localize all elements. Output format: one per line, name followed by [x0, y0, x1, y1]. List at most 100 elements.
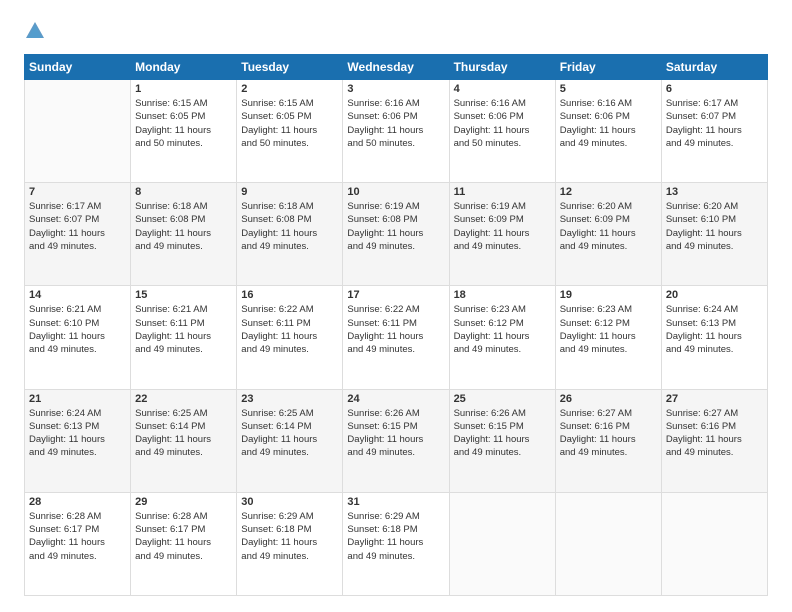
day-cell: 1 Sunrise: 6:15 AMSunset: 6:05 PMDaylight…: [131, 80, 237, 183]
logo-icon: [24, 20, 46, 42]
day-info: Sunrise: 6:25 AMSunset: 6:14 PMDaylight:…: [135, 407, 232, 460]
day-cell: 26 Sunrise: 6:27 AMSunset: 6:16 PMDayligh…: [555, 389, 661, 492]
day-number: 1: [135, 83, 232, 95]
day-info: Sunrise: 6:29 AMSunset: 6:18 PMDaylight:…: [241, 510, 338, 563]
day-cell: [25, 80, 131, 183]
day-number: 12: [560, 186, 657, 198]
page: SundayMondayTuesdayWednesdayThursdayFrid…: [0, 0, 792, 612]
day-cell: 31Sunrise: 6:29 AMSunset: 6:18 PMDayligh…: [343, 492, 449, 595]
day-cell: [661, 492, 767, 595]
header-cell-wednesday: Wednesday: [343, 55, 449, 80]
day-cell: 18 Sunrise: 6:23 AMSunset: 6:12 PMDayligh…: [449, 286, 555, 389]
day-number: 25: [454, 393, 551, 405]
day-info: Sunrise: 6:26 AMSunset: 6:15 PMDaylight:…: [347, 407, 444, 460]
day-info: Sunrise: 6:22 AMSunset: 6:11 PMDaylight:…: [347, 303, 444, 356]
week-row-1: 1 Sunrise: 6:15 AMSunset: 6:05 PMDaylight…: [25, 80, 768, 183]
day-number: 10: [347, 186, 444, 198]
day-cell: 9 Sunrise: 6:18 AMSunset: 6:08 PMDaylight…: [237, 183, 343, 286]
day-number: 6: [666, 83, 763, 95]
day-number: 11: [454, 186, 551, 198]
day-cell: 12 Sunrise: 6:20 AMSunset: 6:09 PMDayligh…: [555, 183, 661, 286]
calendar-table: SundayMondayTuesdayWednesdayThursdayFrid…: [24, 54, 768, 596]
header-cell-monday: Monday: [131, 55, 237, 80]
day-number: 17: [347, 289, 444, 301]
calendar-header: SundayMondayTuesdayWednesdayThursdayFrid…: [25, 55, 768, 80]
day-cell: 23Sunrise: 6:25 AMSunset: 6:14 PMDayligh…: [237, 389, 343, 492]
day-info: Sunrise: 6:17 AMSunset: 6:07 PMDaylight:…: [29, 200, 126, 253]
week-row-2: 7Sunrise: 6:17 AMSunset: 6:07 PMDaylight…: [25, 183, 768, 286]
day-info: Sunrise: 6:20 AMSunset: 6:10 PMDaylight:…: [666, 200, 763, 253]
day-info: Sunrise: 6:23 AMSunset: 6:12 PMDaylight:…: [454, 303, 551, 356]
day-number: 27: [666, 393, 763, 405]
day-cell: 22 Sunrise: 6:25 AMSunset: 6:14 PMDayligh…: [131, 389, 237, 492]
header-cell-thursday: Thursday: [449, 55, 555, 80]
header-cell-sunday: Sunday: [25, 55, 131, 80]
header-cell-tuesday: Tuesday: [237, 55, 343, 80]
week-row-4: 21 Sunrise: 6:24 AMSunset: 6:13 PMDayligh…: [25, 389, 768, 492]
day-cell: 14Sunrise: 6:21 AMSunset: 6:10 PMDayligh…: [25, 286, 131, 389]
day-number: 20: [666, 289, 763, 301]
day-number: 30: [241, 496, 338, 508]
day-number: 2: [241, 83, 338, 95]
header: [24, 20, 768, 42]
day-info: Sunrise: 6:23 AMSunset: 6:12 PMDaylight:…: [560, 303, 657, 356]
day-number: 22: [135, 393, 232, 405]
day-info: Sunrise: 6:16 AMSunset: 6:06 PMDaylight:…: [560, 97, 657, 150]
day-cell: [555, 492, 661, 595]
day-number: 4: [454, 83, 551, 95]
day-info: Sunrise: 6:18 AMSunset: 6:08 PMDaylight:…: [135, 200, 232, 253]
week-row-3: 14Sunrise: 6:21 AMSunset: 6:10 PMDayligh…: [25, 286, 768, 389]
day-info: Sunrise: 6:26 AMSunset: 6:15 PMDaylight:…: [454, 407, 551, 460]
day-number: 16: [241, 289, 338, 301]
day-info: Sunrise: 6:16 AMSunset: 6:06 PMDaylight:…: [454, 97, 551, 150]
day-cell: 24 Sunrise: 6:26 AMSunset: 6:15 PMDayligh…: [343, 389, 449, 492]
day-number: 23: [241, 393, 338, 405]
day-cell: 30 Sunrise: 6:29 AMSunset: 6:18 PMDayligh…: [237, 492, 343, 595]
day-info: Sunrise: 6:21 AMSunset: 6:10 PMDaylight:…: [29, 303, 126, 356]
day-cell: [449, 492, 555, 595]
day-cell: 21 Sunrise: 6:24 AMSunset: 6:13 PMDayligh…: [25, 389, 131, 492]
day-info: Sunrise: 6:28 AMSunset: 6:17 PMDaylight:…: [29, 510, 126, 563]
day-info: Sunrise: 6:20 AMSunset: 6:09 PMDaylight:…: [560, 200, 657, 253]
day-cell: 27Sunrise: 6:27 AMSunset: 6:16 PMDayligh…: [661, 389, 767, 492]
day-info: Sunrise: 6:18 AMSunset: 6:08 PMDaylight:…: [241, 200, 338, 253]
day-number: 3: [347, 83, 444, 95]
day-info: Sunrise: 6:27 AMSunset: 6:16 PMDaylight:…: [560, 407, 657, 460]
day-cell: 5 Sunrise: 6:16 AMSunset: 6:06 PMDaylight…: [555, 80, 661, 183]
day-number: 29: [135, 496, 232, 508]
day-number: 18: [454, 289, 551, 301]
day-info: Sunrise: 6:16 AMSunset: 6:06 PMDaylight:…: [347, 97, 444, 150]
day-cell: 16 Sunrise: 6:22 AMSunset: 6:11 PMDayligh…: [237, 286, 343, 389]
day-number: 28: [29, 496, 126, 508]
day-info: Sunrise: 6:15 AMSunset: 6:05 PMDaylight:…: [241, 97, 338, 150]
header-cell-friday: Friday: [555, 55, 661, 80]
day-number: 24: [347, 393, 444, 405]
day-info: Sunrise: 6:24 AMSunset: 6:13 PMDaylight:…: [29, 407, 126, 460]
day-number: 19: [560, 289, 657, 301]
day-info: Sunrise: 6:24 AMSunset: 6:13 PMDaylight:…: [666, 303, 763, 356]
day-cell: 8Sunrise: 6:18 AMSunset: 6:08 PMDaylight…: [131, 183, 237, 286]
day-number: 21: [29, 393, 126, 405]
header-cell-saturday: Saturday: [661, 55, 767, 80]
day-cell: 7Sunrise: 6:17 AMSunset: 6:07 PMDaylight…: [25, 183, 131, 286]
day-info: Sunrise: 6:19 AMSunset: 6:09 PMDaylight:…: [454, 200, 551, 253]
day-cell: 25 Sunrise: 6:26 AMSunset: 6:15 PMDayligh…: [449, 389, 555, 492]
day-info: Sunrise: 6:22 AMSunset: 6:11 PMDaylight:…: [241, 303, 338, 356]
day-cell: 28 Sunrise: 6:28 AMSunset: 6:17 PMDayligh…: [25, 492, 131, 595]
day-cell: 13Sunrise: 6:20 AMSunset: 6:10 PMDayligh…: [661, 183, 767, 286]
day-info: Sunrise: 6:15 AMSunset: 6:05 PMDaylight:…: [135, 97, 232, 150]
calendar-body: 1 Sunrise: 6:15 AMSunset: 6:05 PMDaylight…: [25, 80, 768, 596]
day-number: 31: [347, 496, 444, 508]
day-number: 5: [560, 83, 657, 95]
day-info: Sunrise: 6:28 AMSunset: 6:17 PMDaylight:…: [135, 510, 232, 563]
day-cell: 3 Sunrise: 6:16 AMSunset: 6:06 PMDaylight…: [343, 80, 449, 183]
day-cell: 11 Sunrise: 6:19 AMSunset: 6:09 PMDayligh…: [449, 183, 555, 286]
logo: [24, 20, 50, 42]
day-info: Sunrise: 6:21 AMSunset: 6:11 PMDaylight:…: [135, 303, 232, 356]
day-cell: 4 Sunrise: 6:16 AMSunset: 6:06 PMDaylight…: [449, 80, 555, 183]
day-cell: 29 Sunrise: 6:28 AMSunset: 6:17 PMDayligh…: [131, 492, 237, 595]
day-number: 26: [560, 393, 657, 405]
day-number: 9: [241, 186, 338, 198]
day-cell: 19 Sunrise: 6:23 AMSunset: 6:12 PMDayligh…: [555, 286, 661, 389]
day-cell: 15Sunrise: 6:21 AMSunset: 6:11 PMDayligh…: [131, 286, 237, 389]
